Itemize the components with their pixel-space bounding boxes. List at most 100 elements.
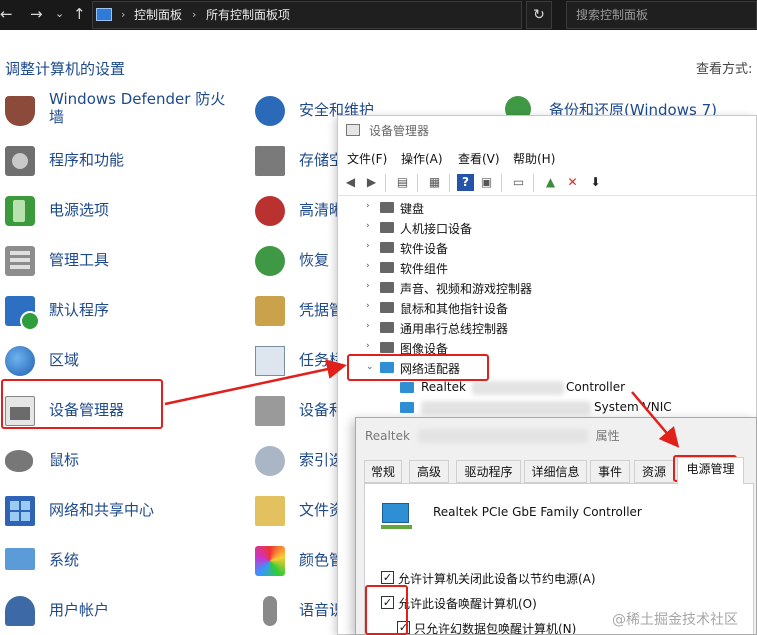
tree-node-label: 鼠标和其他指针设备 — [400, 302, 509, 316]
chevron-right-icon[interactable]: › — [366, 201, 370, 211]
hid-icon — [380, 222, 394, 233]
indexing-icon — [255, 446, 285, 476]
cp-item-label: Windows Defender 防火墙 — [49, 90, 226, 126]
tree-node-label: 软件设备 — [400, 242, 449, 256]
cp-item-indexing[interactable]: 索引选 — [255, 438, 345, 488]
highlight-device-manager — [1, 379, 163, 429]
highlight-network-adapters — [347, 354, 489, 381]
software-component-icon — [380, 262, 394, 273]
update-driver-icon[interactable]: ▲ — [542, 174, 559, 191]
audio-icon — [255, 196, 285, 226]
cp-item-recovery[interactable]: 恢复 — [255, 238, 345, 288]
cp-item-network-center[interactable]: 网络和共享中心 — [5, 488, 245, 538]
properties-icon[interactable]: ▤ — [394, 174, 411, 191]
keyboard-icon — [380, 202, 394, 213]
address-field[interactable]: › 控制面板 › 所有控制面板项 ⌄ — [92, 1, 604, 29]
cp-item-label: 默认程序 — [49, 301, 110, 319]
devices-printers-icon — [255, 396, 285, 426]
cp-item-security[interactable]: 安全和维护 — [255, 88, 374, 138]
cp-item-audio[interactable]: 高清晰 — [255, 188, 345, 238]
tab-resources[interactable]: 资源 — [634, 460, 674, 483]
download-icon[interactable]: ⬇ — [587, 174, 604, 191]
option-label: 允许计算机关闭此设备以节约电源(A) — [398, 572, 596, 586]
tab-details[interactable]: 详细信息 — [524, 460, 587, 483]
adapter-item[interactable]: Realtek Controller — [400, 378, 730, 398]
chevron-right-icon[interactable]: › — [366, 301, 370, 311]
security-flag-icon — [255, 96, 285, 126]
software-device-icon — [380, 242, 394, 253]
option-label: 只允许幻数据包唤醒计算机(N) — [414, 622, 577, 635]
adapter-item[interactable]: System VNIC — [400, 398, 730, 418]
cp-item-file-explorer[interactable]: 文件资 — [255, 488, 345, 538]
adapter-label-suffix: Controller — [566, 380, 626, 394]
storage-icon — [255, 146, 285, 176]
tab-driver[interactable]: 驱动程序 — [456, 460, 521, 483]
monitor-icon[interactable]: ▭ — [510, 174, 527, 191]
cp-item-label: 程序和功能 — [49, 151, 125, 169]
highlight-wake-options — [365, 585, 408, 635]
breadcrumb-chevron-icon[interactable]: › — [192, 7, 196, 23]
cp-item-taskbar[interactable]: 任务栏 — [255, 338, 345, 388]
chevron-right-icon[interactable]: › — [366, 221, 370, 231]
chevron-right-icon[interactable]: › — [366, 281, 370, 291]
view-toggle-icon[interactable]: ▣ — [478, 174, 495, 191]
chevron-right-icon[interactable]: › — [366, 261, 370, 271]
tree-node-label: 人机接口设备 — [400, 222, 473, 236]
view-icon[interactable]: ▦ — [426, 174, 443, 191]
tab-advanced[interactable]: 高级 — [409, 460, 449, 483]
breadcrumb-all-items[interactable]: 所有控制面板项 — [206, 7, 290, 23]
chevron-right-icon[interactable]: › — [366, 341, 370, 351]
chevron-right-icon[interactable]: › — [366, 321, 370, 331]
cp-item-credentials[interactable]: 凭据管 — [255, 288, 345, 338]
cp-item-label: 网络和共享中心 — [49, 501, 155, 519]
cp-item-programs[interactable]: 程序和功能 — [5, 138, 245, 188]
menu-help[interactable]: 帮助(H) — [513, 150, 555, 167]
tab-general[interactable]: 常规 — [364, 460, 402, 483]
usb-icon — [380, 322, 394, 333]
cp-item-devices-printers[interactable]: 设备和 — [255, 388, 345, 438]
tree-node-label: 声音、视频和游戏控制器 — [400, 282, 533, 296]
cp-item-admin-tools[interactable]: 管理工具 — [5, 238, 245, 288]
forward-icon[interactable]: ▶ — [363, 174, 380, 191]
breadcrumb-control-panel[interactable]: 控制面板 — [134, 7, 182, 23]
cp-item-system[interactable]: 系统 — [5, 538, 245, 588]
search-input[interactable]: 搜索控制面板 — [566, 1, 757, 29]
page-title: 调整计算机的设置 — [5, 60, 126, 78]
back-arrow-icon[interactable]: ← — [0, 4, 13, 24]
tab-power-management[interactable]: 电源管理 — [677, 457, 744, 484]
tab-strip: 常规 高级 驱动程序 详细信息 事件 资源 电源管理 — [364, 457, 754, 484]
admin-tools-icon — [5, 246, 35, 276]
menu-action[interactable]: 操作(A) — [401, 150, 443, 167]
cp-item-color[interactable]: 颜色管 — [255, 538, 345, 588]
view-by-label[interactable]: 查看方式: — [696, 58, 752, 77]
chevron-right-icon[interactable]: › — [366, 241, 370, 251]
up-arrow-icon[interactable]: ↑ — [73, 4, 86, 24]
cp-item-mouse[interactable]: 鼠标 — [5, 438, 245, 488]
window-title: 设备管理器 — [369, 124, 430, 138]
cp-item-storage[interactable]: 存储空 — [255, 138, 345, 188]
menu-file[interactable]: 文件(F) — [347, 150, 387, 167]
window-titlebar[interactable]: 设备管理器 — [338, 116, 756, 146]
tab-events[interactable]: 事件 — [590, 460, 630, 483]
dropdown-icon[interactable]: ⌄ — [55, 4, 64, 24]
cp-item-default-programs[interactable]: 默认程序 — [5, 288, 245, 338]
watermark: @稀土掘金技术社区 — [612, 612, 738, 628]
tree-node-label: 通用串行总线控制器 — [400, 322, 509, 336]
help-icon[interactable]: ? — [457, 174, 474, 191]
menu-view[interactable]: 查看(V) — [458, 150, 500, 167]
adapter-label-suffix: System VNIC — [594, 400, 672, 414]
credentials-icon — [255, 296, 285, 326]
breadcrumb-chevron-icon[interactable]: › — [121, 7, 125, 23]
back-icon[interactable]: ◀ — [342, 174, 359, 191]
refresh-icon[interactable]: ↻ — [526, 1, 552, 29]
cp-item-user-accounts[interactable]: 用户帐户 — [5, 588, 245, 635]
cp-item-power[interactable]: 电源选项 — [5, 188, 245, 238]
checkbox-checked-icon[interactable]: ✓ — [381, 571, 394, 584]
uninstall-x-icon[interactable]: ✕ — [564, 174, 581, 191]
cp-item-speech[interactable]: 语音识 — [255, 588, 345, 635]
cp-item-firewall[interactable]: Windows Defender 防火墙 — [5, 88, 245, 138]
forward-arrow-icon[interactable]: → — [30, 4, 43, 24]
device-name: Realtek PCIe GbE Family Controller — [433, 505, 642, 519]
cp-item-label: 用户帐户 — [49, 601, 110, 619]
dialog-title-prefix: Realtek — [365, 429, 410, 443]
